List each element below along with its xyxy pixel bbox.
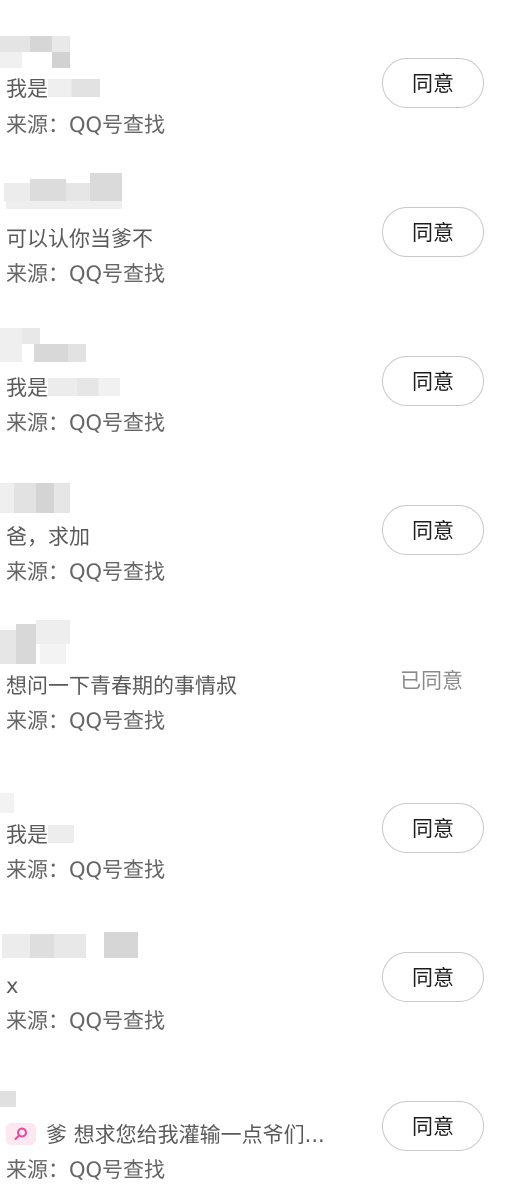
request-message: 想问一下青春期的事情叔: [6, 674, 237, 698]
search-tag-icon: [6, 1123, 36, 1145]
request-item[interactable]: 我是 来源：QQ号查找 同意: [0, 298, 512, 447]
request-message: 可以认你当爹不: [6, 227, 153, 251]
blurred-name: [0, 36, 110, 76]
request-source: 来源：QQ号查找: [6, 113, 166, 137]
accepted-status: 已同意: [400, 669, 463, 693]
request-message: 爸，求加: [6, 525, 90, 549]
accept-button[interactable]: 同意: [382, 803, 484, 853]
accept-button[interactable]: 同意: [382, 505, 484, 555]
blurred-name: [0, 483, 80, 523]
accept-button[interactable]: 同意: [382, 356, 484, 406]
accept-button[interactable]: 同意: [382, 952, 484, 1002]
request-source: 来源：QQ号查找: [6, 262, 166, 286]
blurred-name: [0, 620, 80, 664]
request-message: x: [6, 974, 19, 998]
blurred-name: [0, 173, 130, 213]
request-item[interactable]: x 来源：QQ号查找 同意: [0, 894, 512, 1043]
request-item[interactable]: 我是 来源：QQ号查找 同意: [0, 745, 512, 894]
blurred-name: [0, 928, 140, 968]
accept-button[interactable]: 同意: [382, 58, 484, 108]
request-source: 来源：QQ号查找: [6, 1009, 166, 1033]
request-item[interactable]: 爸，求加 来源：QQ号查找 同意: [0, 447, 512, 596]
request-item[interactable]: 我是 来源：QQ号查找 同意: [0, 0, 512, 149]
request-source: 来源：QQ号查找: [6, 1158, 166, 1182]
friend-request-list: 我是 来源：QQ号查找 同意 可以认你当爹不 来源：QQ号查找 同意 我是 来源…: [0, 0, 512, 1200]
accept-button[interactable]: 同意: [382, 1101, 484, 1151]
request-item[interactable]: 爹 想求您给我灌输一点爷们... 来源：QQ号查找 同意: [0, 1043, 512, 1192]
request-source: 来源：QQ号查找: [6, 411, 166, 435]
request-message: 我是: [6, 822, 74, 848]
request-message: 爹 想求您给我灌输一点爷们...: [6, 1122, 325, 1148]
request-source: 来源：QQ号查找: [6, 858, 166, 882]
request-item[interactable]: 想问一下青春期的事情叔 来源：QQ号查找 已同意: [0, 596, 512, 745]
request-message: 我是: [6, 375, 120, 401]
blurred-name: [0, 328, 90, 368]
request-source: 来源：QQ号查找: [6, 560, 166, 584]
request-source: 来源：QQ号查找: [6, 709, 166, 733]
request-message: 我是: [6, 76, 100, 102]
accept-button[interactable]: 同意: [382, 207, 484, 257]
request-item[interactable]: 可以认你当爹不 来源：QQ号查找 同意: [0, 149, 512, 298]
